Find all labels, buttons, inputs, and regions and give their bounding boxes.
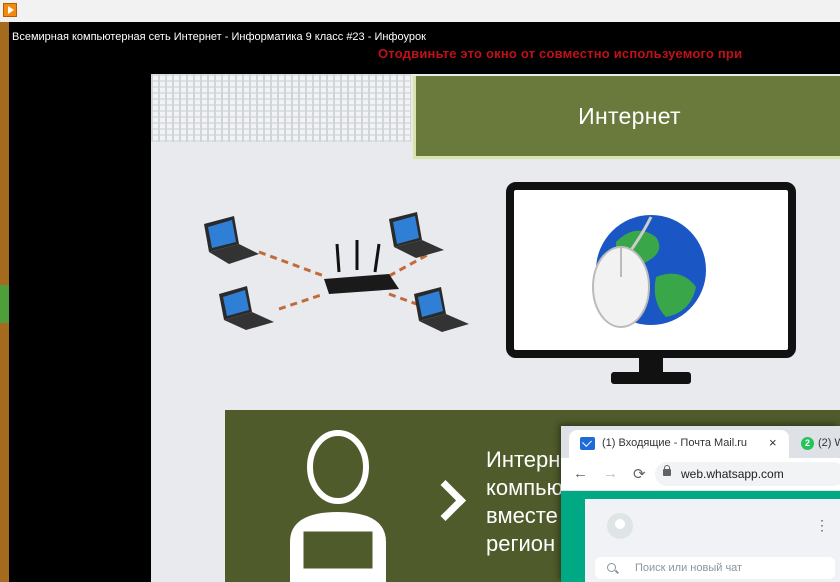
browser-tab-strip: (1) Входящие - Почта Mail.ru × 2 (2) W [561, 426, 840, 458]
router-icon [324, 240, 399, 294]
window-top-bar [0, 0, 840, 23]
monitor-globe-illustration [506, 182, 796, 384]
laptop-icon [414, 287, 469, 332]
background-window-edge-green [0, 285, 9, 323]
lock-icon[interactable] [663, 465, 671, 476]
band-line: регион [486, 531, 556, 556]
laptop-icon [389, 212, 444, 258]
reload-icon[interactable]: ⟳ [633, 465, 646, 483]
tab-mail-inbox[interactable]: (1) Входящие - Почта Mail.ru × [569, 430, 789, 458]
slide-title: Интернет [578, 103, 681, 129]
menu-icon[interactable]: ⋮ [815, 517, 829, 534]
circuit-pattern-decoration [151, 74, 411, 142]
video-title: Всемирная компьютерная сеть Интернет - И… [12, 31, 426, 43]
user-at-computer-icon [290, 430, 386, 582]
laptop-icon [219, 286, 274, 330]
mail-icon [580, 437, 595, 450]
browser-window[interactable]: (1) Входящие - Почта Mail.ru × 2 (2) W ←… [561, 426, 840, 582]
band-line: вместе [486, 503, 558, 528]
tab-title: (2) W [818, 437, 840, 449]
browser-toolbar: ← → ⟳ web.whatsapp.com [561, 458, 840, 491]
search-placeholder: Поиск или новый чат [635, 562, 743, 574]
address-bar[interactable]: web.whatsapp.com [655, 462, 840, 486]
network-diagram [204, 212, 469, 332]
search-input[interactable]: Поиск или новый чат [595, 557, 835, 579]
laptop-icon [204, 216, 259, 264]
screen-share-warning: Отодвиньте это окно от совместно использ… [378, 46, 743, 61]
close-icon[interactable]: × [769, 435, 777, 450]
back-arrow-icon[interactable]: ← [573, 465, 588, 482]
tab-whatsapp[interactable]: 2 (2) W [797, 430, 840, 458]
url-text: web.whatsapp.com [681, 467, 784, 481]
slide-title-bar: Интернет [413, 76, 840, 159]
tab-title: (1) Входящие - Почта Mail.ru [602, 437, 748, 449]
whatsapp-page: ⋮ Поиск или новый чат [561, 491, 840, 582]
band-line: Интерн [486, 447, 561, 472]
slide-band-text: Интерн компью вместе регион [486, 446, 563, 558]
avatar[interactable] [607, 513, 633, 539]
forward-arrow-icon[interactable]: → [603, 465, 618, 482]
player-app-icon[interactable] [3, 3, 17, 17]
whatsapp-badge-icon: 2 [801, 437, 814, 450]
search-icon [607, 563, 616, 572]
whatsapp-side-panel: ⋮ Поиск или новый чат [585, 499, 840, 582]
band-line: компью [486, 475, 564, 500]
